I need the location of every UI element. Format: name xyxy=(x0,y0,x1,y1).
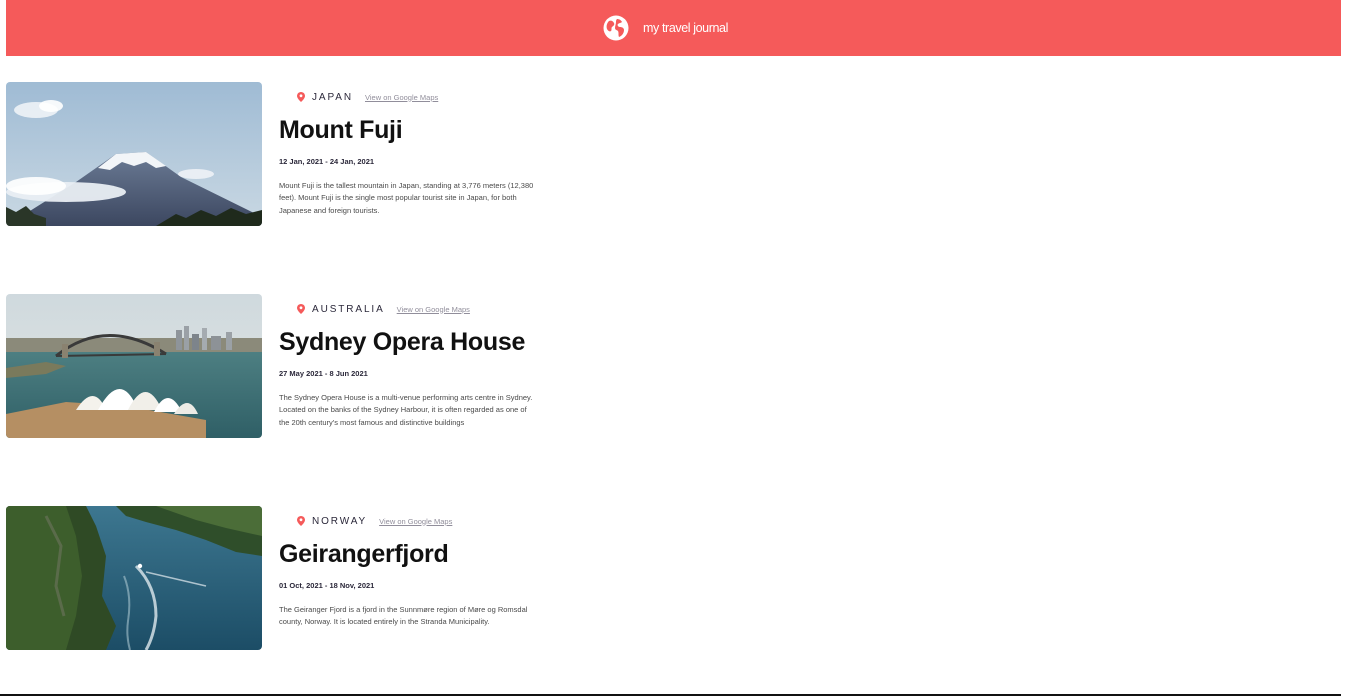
bottom-divider xyxy=(0,694,1341,696)
geirangerfjord-photo xyxy=(6,506,262,650)
trip-dates: 27 May 2021 - 8 Jun 2021 xyxy=(279,369,368,378)
location-pin-icon xyxy=(297,304,305,314)
place-description: The Geiranger Fjord is a fjord in the Su… xyxy=(279,605,528,627)
trip-dates: 12 Jan, 2021 - 24 Jan, 2021 xyxy=(279,157,375,166)
location-row: NORWAY View on Google Maps xyxy=(297,511,549,531)
place-title: Geirangerfjord xyxy=(279,540,449,568)
entry-info: AUSTRALIA View on Google Maps Sydney Ope… xyxy=(279,294,549,429)
journal-entry: AUSTRALIA View on Google Maps Sydney Ope… xyxy=(6,294,606,444)
entry-info: NORWAY View on Google Maps Geirangerfjor… xyxy=(279,506,549,629)
app-title: my travel journal xyxy=(643,21,728,35)
location-row: JAPAN View on Google Maps xyxy=(297,87,549,107)
location-pin-icon xyxy=(297,516,305,526)
globe-icon xyxy=(603,15,629,41)
brand[interactable]: my travel journal xyxy=(603,15,728,41)
location-pin-icon xyxy=(297,92,305,102)
location-row: AUSTRALIA View on Google Maps xyxy=(297,299,549,319)
country-label: JAPAN xyxy=(312,91,353,103)
place-title: Sydney Opera House xyxy=(279,328,526,356)
place-description: Mount Fuji is the tallest mountain in Ja… xyxy=(279,181,534,215)
sydney-opera-house-photo xyxy=(6,294,262,438)
google-maps-link[interactable]: View on Google Maps xyxy=(365,93,438,102)
place-description: The Sydney Opera House is a multi-venue … xyxy=(279,393,533,427)
mount-fuji-photo xyxy=(6,82,262,226)
google-maps-link[interactable]: View on Google Maps xyxy=(379,517,452,526)
journal-entry: JAPAN View on Google Maps Mount Fuji 12 … xyxy=(6,82,606,232)
navbar: my travel journal xyxy=(6,0,1341,56)
google-maps-link[interactable]: View on Google Maps xyxy=(397,305,470,314)
trip-dates: 01 Oct, 2021 - 18 Nov, 2021 xyxy=(279,581,375,590)
country-label: NORWAY xyxy=(312,515,368,527)
journal-entry: NORWAY View on Google Maps Geirangerfjor… xyxy=(6,506,606,656)
entry-info: JAPAN View on Google Maps Mount Fuji 12 … xyxy=(279,82,549,217)
place-title: Mount Fuji xyxy=(279,116,403,144)
country-label: AUSTRALIA xyxy=(312,303,385,315)
